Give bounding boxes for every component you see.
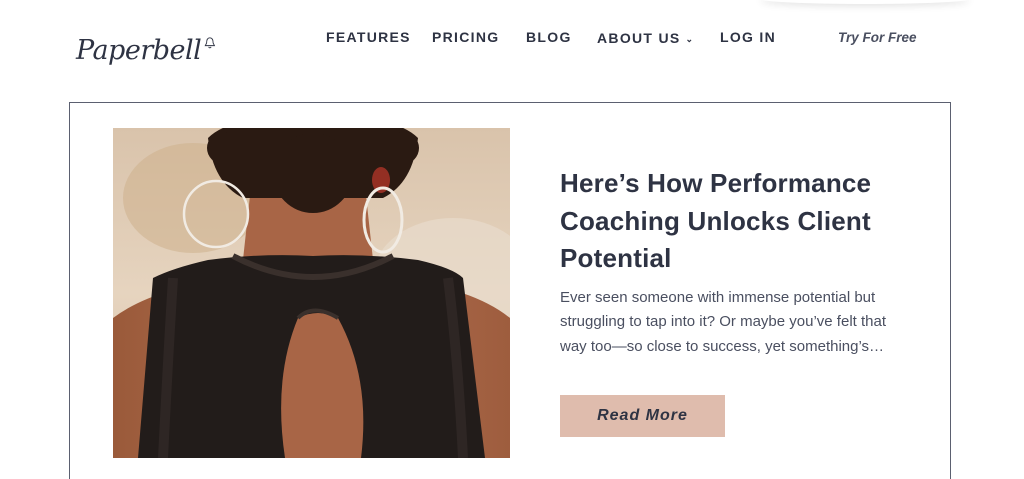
nav-pricing[interactable]: PRICING (432, 29, 499, 47)
post-featured-image[interactable] (113, 128, 510, 458)
paperbell-logo[interactable]: Paperbell (76, 22, 216, 78)
nav-shadow (760, 0, 970, 4)
nav-about-label: ABOUT US (597, 30, 681, 46)
post-title[interactable]: Here’s How Performance Coaching Unlocks … (560, 165, 900, 278)
nav-blog[interactable]: BLOG (526, 29, 572, 47)
chevron-down-icon: ⌄ (685, 33, 694, 44)
nav-features[interactable]: FEATURES (326, 29, 411, 47)
post-excerpt: Ever seen someone with immense potential… (560, 289, 887, 355)
bell-icon (204, 37, 216, 49)
read-more-button[interactable]: Read More (560, 395, 725, 437)
post-photo (113, 128, 510, 458)
try-for-free-link[interactable]: Try For Free (838, 30, 917, 45)
nav-log-in[interactable]: LOG IN (720, 29, 776, 47)
logo-text: Paperbell (76, 34, 202, 66)
nav-about-us[interactable]: ABOUT US ⌄ (597, 29, 693, 47)
